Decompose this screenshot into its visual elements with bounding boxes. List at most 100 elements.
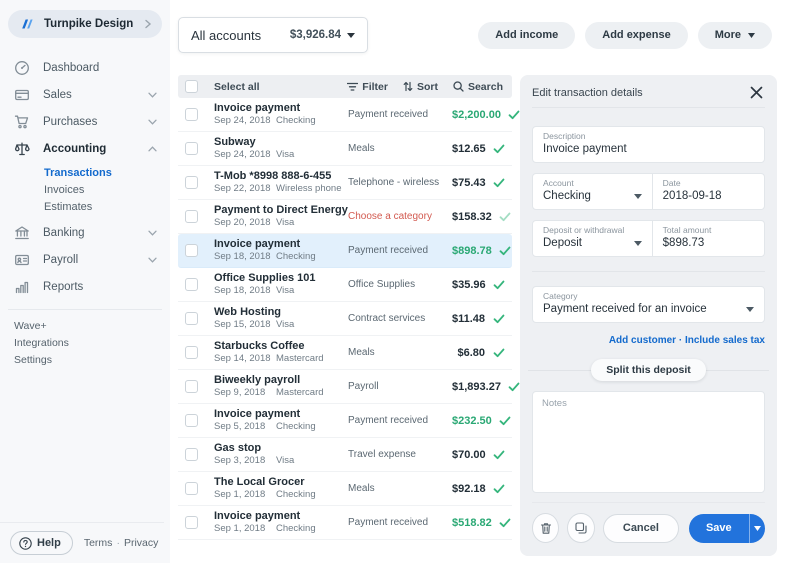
save-button[interactable]: Save <box>689 522 749 534</box>
sidebar-item-integrations[interactable]: Integrations <box>0 334 170 351</box>
duplicate-button[interactable] <box>567 513 594 543</box>
check-icon[interactable] <box>486 450 513 460</box>
row-checkbox[interactable] <box>185 414 198 427</box>
row-title: T-Mob *8998 888-6-455 <box>214 170 348 183</box>
row-info: Office Supplies 101Sep 18, 2018Visa <box>214 272 348 297</box>
copy-icon <box>575 522 587 534</box>
sidebar-item-label: Sales <box>43 89 72 101</box>
row-checkbox[interactable] <box>185 176 198 189</box>
check-icon[interactable] <box>492 518 519 528</box>
search-label: Search <box>468 81 503 93</box>
account-selector[interactable]: All accounts $3,926.84 <box>178 17 368 53</box>
category-select[interactable]: Category Payment received for an invoice <box>532 286 765 323</box>
table-row[interactable]: Invoice paymentSep 18, 2018CheckingPayme… <box>178 234 512 268</box>
close-icon[interactable] <box>748 84 765 101</box>
panel-links: Add customer · Include sales tax <box>532 335 765 346</box>
row-amount: $12.65 <box>452 143 486 155</box>
check-icon[interactable] <box>486 280 513 290</box>
table-row[interactable]: Starbucks CoffeeSep 14, 2018MastercardMe… <box>178 336 512 370</box>
trash-icon <box>540 522 552 535</box>
table-row[interactable]: Invoice paymentSep 24, 2018CheckingPayme… <box>178 98 512 132</box>
check-icon[interactable] <box>485 348 512 358</box>
check-icon[interactable] <box>485 314 512 324</box>
delete-button[interactable] <box>532 513 559 543</box>
add-income-button[interactable]: Add income <box>478 22 575 49</box>
row-checkbox[interactable] <box>185 312 198 325</box>
table-row[interactable]: T-Mob *8998 888-6-455Sep 22, 2018Wireles… <box>178 166 512 200</box>
save-split-button: Save <box>689 514 765 543</box>
table-row[interactable]: Invoice paymentSep 5, 2018CheckingPaymen… <box>178 404 512 438</box>
row-title: Invoice payment <box>214 102 348 115</box>
row-info: The Local GrocerSep 1, 2018Checking <box>214 476 348 501</box>
filter-button[interactable]: Filter <box>347 81 388 93</box>
account-select[interactable]: Account Checking <box>532 173 653 210</box>
sidebar-item-estimates[interactable]: Estimates <box>0 198 170 215</box>
privacy-link[interactable]: Privacy <box>124 537 158 549</box>
sidebar-item-reports[interactable]: Reports <box>0 273 170 300</box>
sidebar-item-dashboard[interactable]: Dashboard <box>0 54 170 81</box>
total-amount-field[interactable]: Total amount $898.73 <box>653 220 765 257</box>
search-button[interactable]: Search <box>453 81 503 93</box>
table-row[interactable]: Invoice paymentSep 1, 2018CheckingPaymen… <box>178 506 512 540</box>
split-deposit-button[interactable]: Split this deposit <box>591 359 706 381</box>
sidebar-item-payroll[interactable]: Payroll <box>0 246 170 273</box>
table-row[interactable]: The Local GrocerSep 1, 2018CheckingMeals… <box>178 472 512 506</box>
table-row[interactable]: SubwaySep 24, 2018VisaMeals$12.65 <box>178 132 512 166</box>
more-button[interactable]: More <box>698 22 772 49</box>
table-row[interactable]: Web HostingSep 15, 2018VisaContract serv… <box>178 302 512 336</box>
help-button[interactable]: Help <box>10 531 73 555</box>
include-sales-tax-link[interactable]: Include sales tax <box>685 335 765 346</box>
terms-link[interactable]: Terms <box>84 537 113 549</box>
row-checkbox[interactable] <box>185 142 198 155</box>
row-checkbox[interactable] <box>185 482 198 495</box>
sidebar-item-invoices[interactable]: Invoices <box>0 181 170 198</box>
row-checkbox[interactable] <box>185 278 198 291</box>
date-field[interactable]: Date 2018-09-18 <box>653 173 765 210</box>
filter-label: Filter <box>362 81 388 93</box>
check-icon[interactable] <box>486 144 513 154</box>
table-row[interactable]: Payment to Direct EnergySep 20, 2018Visa… <box>178 200 512 234</box>
row-checkbox[interactable] <box>185 448 198 461</box>
check-icon[interactable] <box>492 246 519 256</box>
description-field[interactable]: Description Invoice payment <box>532 126 765 163</box>
check-icon[interactable] <box>486 484 513 494</box>
row-checkbox[interactable] <box>185 108 198 121</box>
row-info: Payment to Direct EnergySep 20, 2018Visa <box>214 204 348 229</box>
sort-button[interactable]: Sort <box>403 81 438 93</box>
row-checkbox[interactable] <box>185 244 198 257</box>
check-icon[interactable] <box>492 212 519 222</box>
table-row[interactable]: Biweekly payrollSep 9, 2018MastercardPay… <box>178 370 512 404</box>
cancel-button[interactable]: Cancel <box>603 514 679 543</box>
row-category: Telephone - wireless <box>348 177 452 188</box>
check-icon[interactable] <box>486 178 513 188</box>
row-checkbox[interactable] <box>185 516 198 529</box>
sidebar-item-label: Payroll <box>43 254 78 266</box>
sidebar-item-banking[interactable]: Banking <box>0 219 170 246</box>
sidebar-item-settings[interactable]: Settings <box>0 351 170 368</box>
sidebar-item-transactions[interactable]: Transactions <box>0 164 170 181</box>
row-category[interactable]: Choose a category <box>348 211 452 222</box>
table-row[interactable]: Office Supplies 101Sep 18, 2018VisaOffic… <box>178 268 512 302</box>
add-customer-link[interactable]: Add customer <box>609 335 676 346</box>
sidebar-item-purchases[interactable]: Purchases <box>0 108 170 135</box>
row-date: Sep 22, 2018 <box>214 183 276 195</box>
row-checkbox[interactable] <box>185 346 198 359</box>
sidebar-item-sales[interactable]: Sales <box>0 81 170 108</box>
sidebar-item-accounting[interactable]: Accounting <box>0 135 170 162</box>
add-expense-button[interactable]: Add expense <box>585 22 687 49</box>
row-checkbox[interactable] <box>185 380 198 393</box>
sidebar-item-wave[interactable]: Wave+ <box>0 317 170 334</box>
check-icon[interactable] <box>492 416 519 426</box>
payroll-icon <box>14 252 30 268</box>
save-options-button[interactable] <box>749 526 765 531</box>
deposit-withdrawal-select[interactable]: Deposit or withdrawal Deposit <box>532 220 653 257</box>
business-switcher[interactable]: Turnpike Design <box>8 10 162 38</box>
row-date: Sep 15, 2018 <box>214 319 276 331</box>
row-account: Visa <box>276 319 294 331</box>
notes-input[interactable] <box>532 391 765 493</box>
row-checkbox[interactable] <box>185 210 198 223</box>
sales-icon <box>14 87 30 103</box>
select-all-checkbox[interactable] <box>185 80 198 93</box>
table-row[interactable]: Gas stopSep 3, 2018VisaTravel expense$70… <box>178 438 512 472</box>
row-account: Checking <box>276 489 316 501</box>
